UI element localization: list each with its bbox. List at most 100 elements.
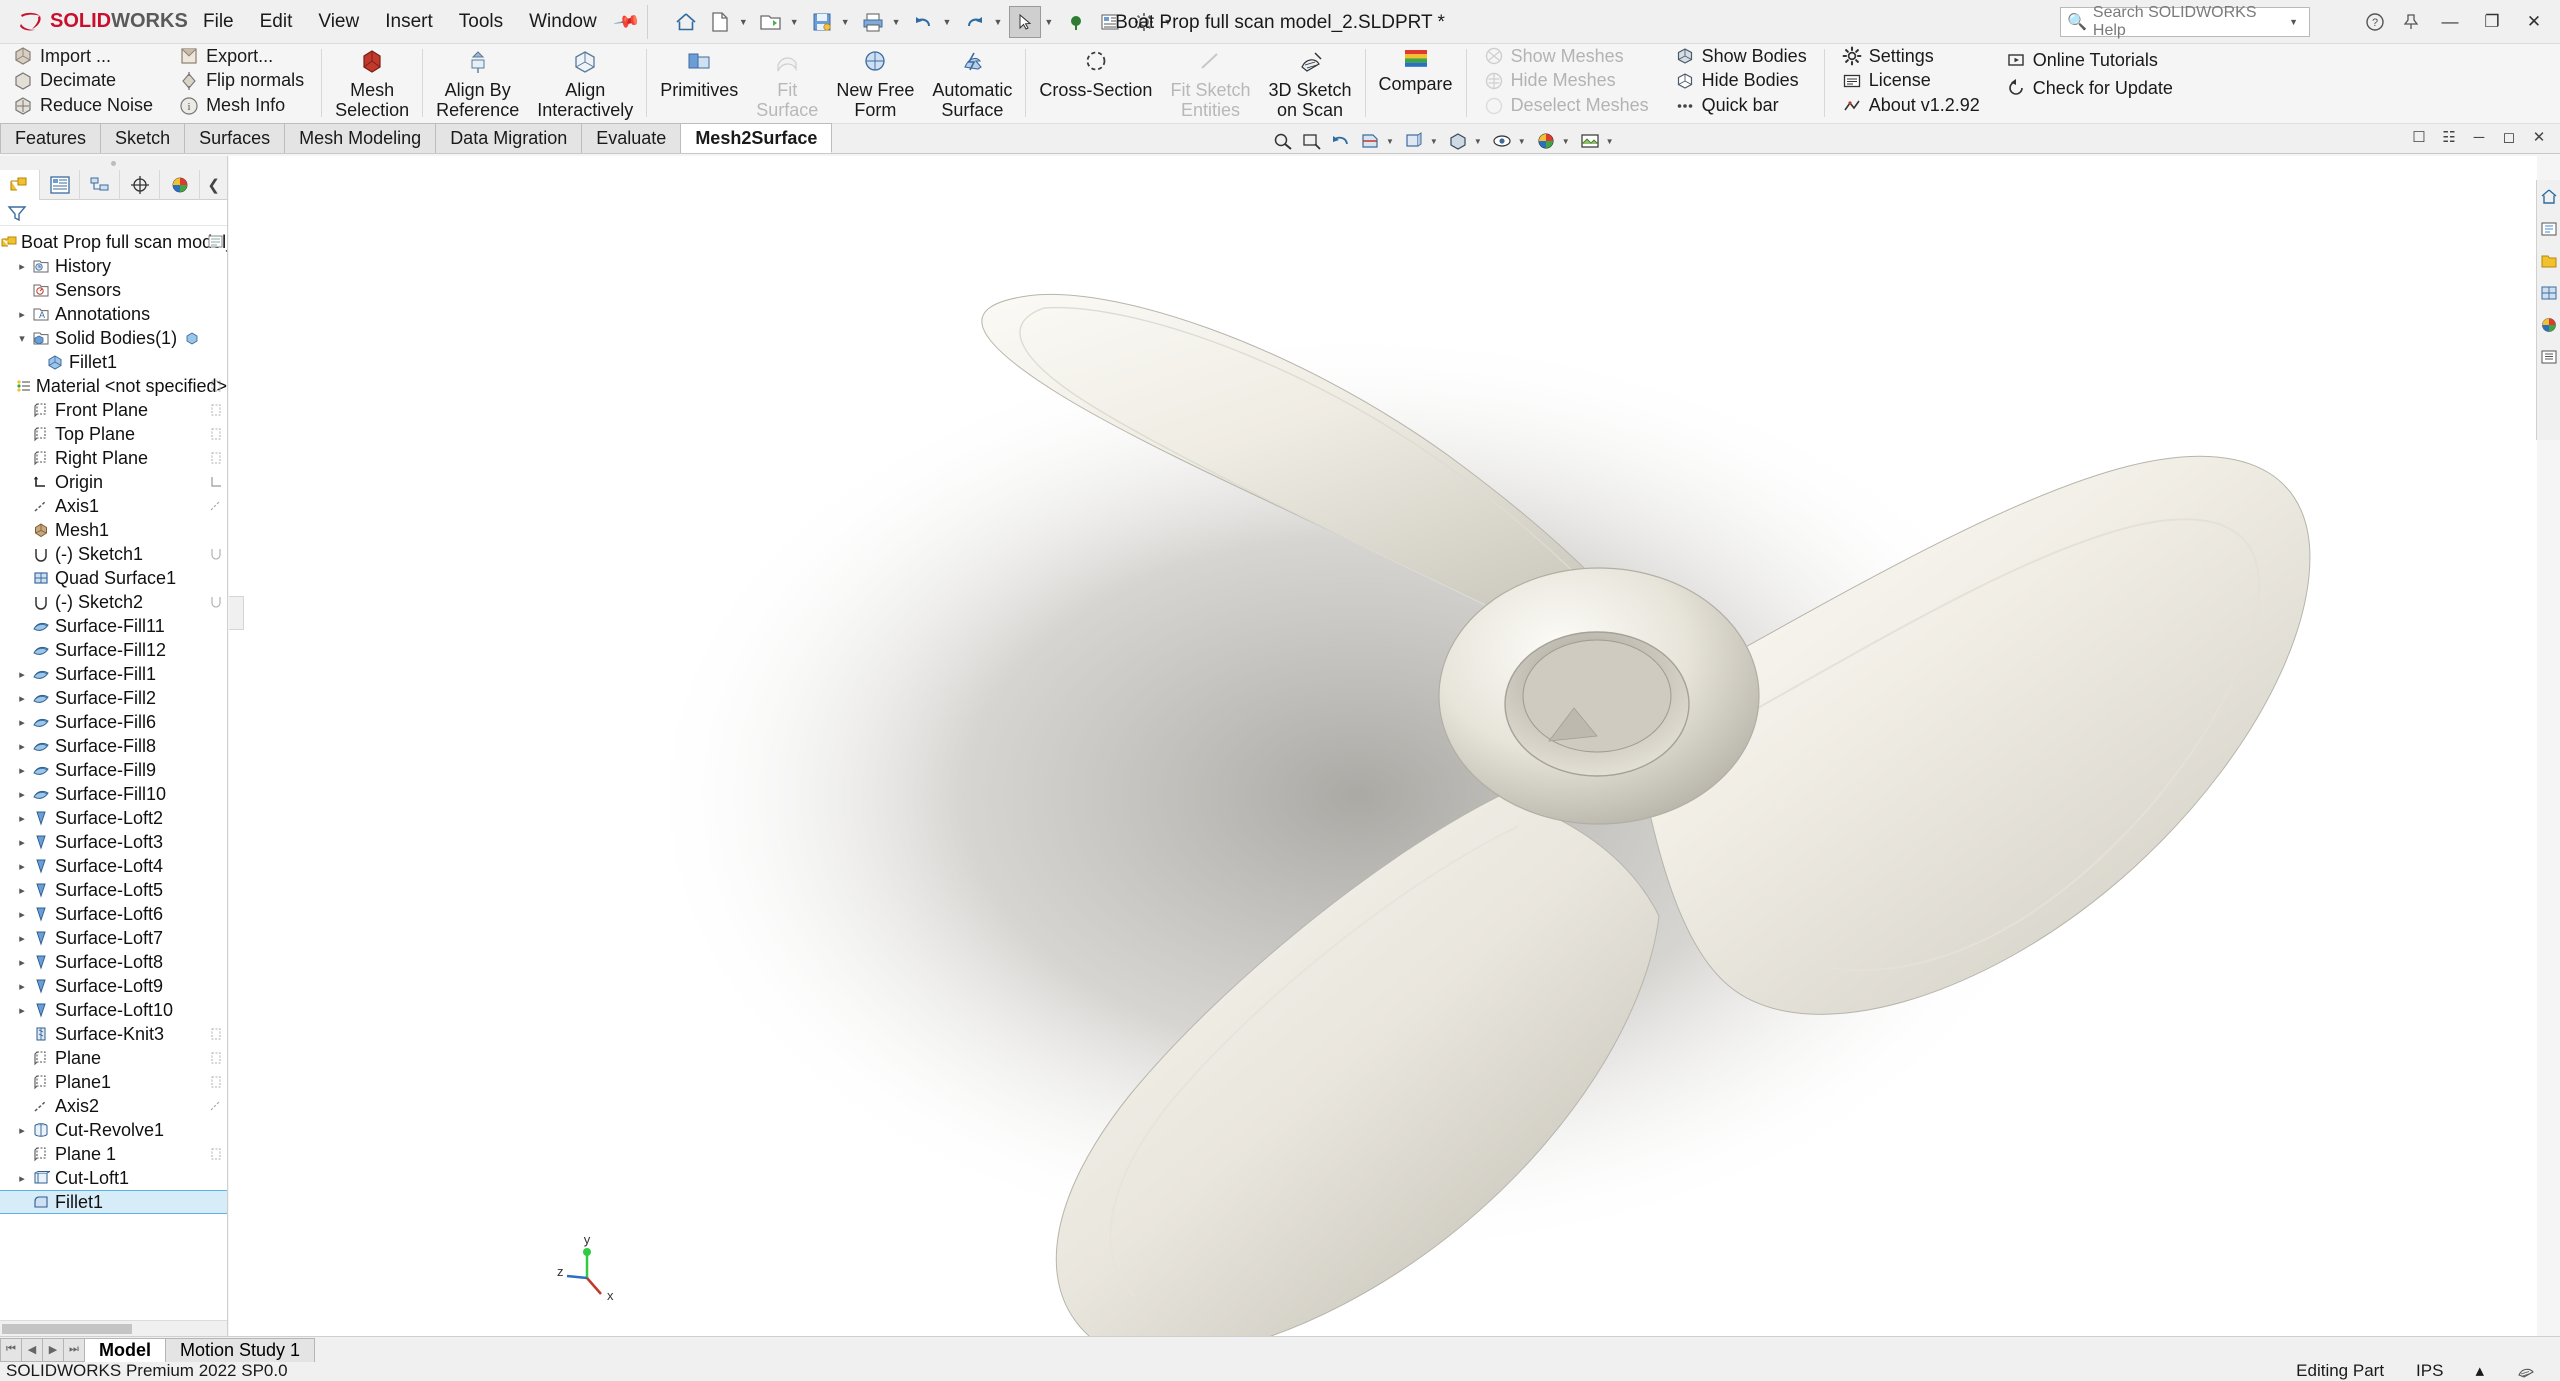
scrollbar-thumb[interactable]: [2, 1324, 132, 1334]
ribbon-item-mesh-info[interactable]: i Mesh Info: [174, 94, 309, 118]
save-dropdown-caret[interactable]: ▼: [841, 17, 850, 27]
configuration-manager-tab[interactable]: [80, 169, 120, 200]
ribbon-item-about[interactable]: About v1.2.92: [1837, 94, 1985, 118]
chevron-right-icon[interactable]: ▸: [14, 884, 30, 897]
ribbon-item-show-bodies[interactable]: Show Bodies: [1670, 44, 1812, 68]
ribbon-item-reduce-noise[interactable]: Reduce Noise: [8, 94, 158, 118]
featuremanager-design-tree-tab[interactable]: [0, 169, 40, 200]
doc-minimize-button[interactable]: ─: [2468, 129, 2490, 146]
feature-tree-item[interactable]: Right Plane: [0, 446, 227, 470]
select-dropdown-caret[interactable]: ▼: [1044, 17, 1053, 27]
home-task-icon[interactable]: [2538, 186, 2560, 208]
search-dropdown-caret[interactable]: ▼: [2289, 17, 2298, 27]
feature-tree-item[interactable]: Mesh1: [0, 518, 227, 542]
chevron-right-icon[interactable]: ▸: [14, 740, 30, 753]
feature-tree-item[interactable]: ▸ Surface-Loft3: [0, 830, 227, 854]
doc-maximize-button[interactable]: ◻: [2498, 128, 2520, 146]
feature-tree-item[interactable]: Fillet1: [0, 350, 227, 374]
feature-tree-item[interactable]: Surface-Fill12: [0, 638, 227, 662]
print-icon[interactable]: [857, 6, 889, 38]
pin-ui-icon[interactable]: [2394, 6, 2428, 38]
edit-appearance-icon[interactable]: [1533, 128, 1559, 154]
previous-view-icon[interactable]: [1328, 128, 1354, 154]
feature-tree-item[interactable]: Surface-Knit3: [0, 1022, 227, 1046]
ribbon-button-align-by-reference[interactable]: Align By Reference: [427, 44, 528, 122]
chevron-right-icon[interactable]: ▸: [14, 668, 30, 681]
feature-tree-item[interactable]: Plane1: [0, 1070, 227, 1094]
feature-tree-item[interactable]: Plane: [0, 1046, 227, 1070]
ribbon-button-compare[interactable]: Compare: [1370, 44, 1462, 122]
ribbon-item-export[interactable]: Export...: [174, 44, 309, 68]
nav-last-button[interactable]: ⏭: [63, 1337, 85, 1362]
graphics-panel-splitter[interactable]: [229, 596, 244, 630]
feature-tree-item[interactable]: ▸ Surface-Fill6: [0, 710, 227, 734]
new-document-dropdown-caret[interactable]: ▼: [739, 17, 748, 27]
ribbon-item-import[interactable]: Import ...: [8, 44, 158, 68]
feature-tree-item[interactable]: ▸ Surface-Fill10: [0, 782, 227, 806]
ribbon-button-primitives[interactable]: Primitives: [651, 44, 747, 122]
ribbon-button-3d-sketch-on-scan[interactable]: 3D Sketch on Scan: [1259, 44, 1360, 122]
property-manager-tab[interactable]: [40, 169, 80, 200]
ribbon-item-check-for-update[interactable]: Check for Update: [2001, 76, 2178, 100]
feature-tree-item[interactable]: ▸ Surface-Fill1: [0, 662, 227, 686]
zoom-to-area-icon[interactable]: [1299, 128, 1325, 154]
feature-tree-item[interactable]: ▸ Surface-Loft6: [0, 902, 227, 926]
search-help-input[interactable]: 🔍 Search SOLIDWORKS Help ▼: [2060, 4, 2310, 39]
zoom-to-fit-icon[interactable]: [1270, 128, 1296, 154]
chevron-right-icon[interactable]: ▸: [14, 836, 30, 849]
display-style-caret[interactable]: ▼: [1474, 137, 1482, 146]
ribbon-item-settings[interactable]: Settings: [1837, 44, 1985, 68]
close-button[interactable]: ✕: [2514, 6, 2554, 38]
feature-tree-item[interactable]: ▸ Surface-Loft9: [0, 974, 227, 998]
feature-tree-item[interactable]: ▸ Surface-Loft8: [0, 950, 227, 974]
ribbon-item-decimate[interactable]: Decimate: [8, 69, 158, 93]
new-document-icon[interactable]: [704, 6, 736, 38]
collapse-panel-button[interactable]: ❮: [200, 176, 227, 194]
feature-tree-item[interactable]: ▸ A Annotations: [0, 302, 227, 326]
chevron-right-icon[interactable]: ▸: [14, 260, 30, 273]
menu-view[interactable]: View: [305, 6, 372, 37]
feature-tree-filter[interactable]: [0, 200, 227, 226]
redo-icon[interactable]: [958, 6, 990, 38]
feature-tree-item[interactable]: Boat Prop full scan model_2 (D: [0, 230, 227, 254]
graphics-area[interactable]: y x z: [229, 156, 2537, 1336]
ribbon-button-cross-section[interactable]: Cross-Section: [1030, 44, 1161, 122]
home-icon[interactable]: [670, 6, 702, 38]
feature-tree-item[interactable]: ▸ Cut-Loft1: [0, 1166, 227, 1190]
display-style-status-icon[interactable]: [2500, 1363, 2552, 1379]
bottom-tab-model[interactable]: Model: [84, 1337, 166, 1362]
ribbon-item-license[interactable]: License: [1837, 69, 1985, 93]
feature-tree-item[interactable]: Axis2: [0, 1094, 227, 1118]
chevron-right-icon[interactable]: ▸: [14, 980, 30, 993]
ribbon-button-new-free-form[interactable]: New Free Form: [827, 44, 923, 122]
section-view-caret[interactable]: ▼: [1386, 137, 1394, 146]
hide-show-caret[interactable]: ▼: [1518, 137, 1526, 146]
feature-tree-item[interactable]: ▸ Surface-Loft10: [0, 998, 227, 1022]
chevron-right-icon[interactable]: ▸: [14, 1004, 30, 1017]
chevron-right-icon[interactable]: ▸: [14, 692, 30, 705]
apply-scene-caret[interactable]: ▼: [1606, 137, 1614, 146]
appearances-scenes-icon[interactable]: [2538, 314, 2560, 336]
feature-tree-item[interactable]: (-) Sketch1: [0, 542, 227, 566]
chevron-right-icon[interactable]: ▸: [14, 308, 30, 321]
feature-tree-item[interactable]: ▸ Surface-Fill8: [0, 734, 227, 758]
view-palette-icon[interactable]: [2538, 282, 2560, 304]
tab-surfaces[interactable]: Surfaces: [185, 123, 286, 153]
feature-tree-item[interactable]: ▸ Surface-Loft5: [0, 878, 227, 902]
select-cursor-icon[interactable]: [1009, 5, 1042, 38]
menu-window[interactable]: Window: [516, 6, 610, 37]
feature-tree-item[interactable]: Plane 1: [0, 1142, 227, 1166]
chevron-right-icon[interactable]: ▸: [14, 956, 30, 969]
boat-propeller-3d-model[interactable]: y x z: [229, 156, 2537, 1336]
pin-icon[interactable]: 📌: [612, 7, 640, 36]
section-view-icon[interactable]: [1357, 128, 1383, 154]
tab-data-migration[interactable]: Data Migration: [436, 123, 583, 153]
maximize-button[interactable]: ❐: [2472, 6, 2512, 38]
save-icon[interactable]: [806, 6, 838, 38]
chevron-right-icon[interactable]: ▸: [14, 860, 30, 873]
minimize-button[interactable]: —: [2430, 6, 2470, 38]
panel-drag-handle[interactable]: [0, 156, 227, 170]
feature-tree-item[interactable]: ▸ Surface-Loft7: [0, 926, 227, 950]
feature-tree-item[interactable]: ▾ Solid Bodies(1): [0, 326, 227, 350]
feature-tree-item[interactable]: ▸ Surface-Loft2: [0, 806, 227, 830]
